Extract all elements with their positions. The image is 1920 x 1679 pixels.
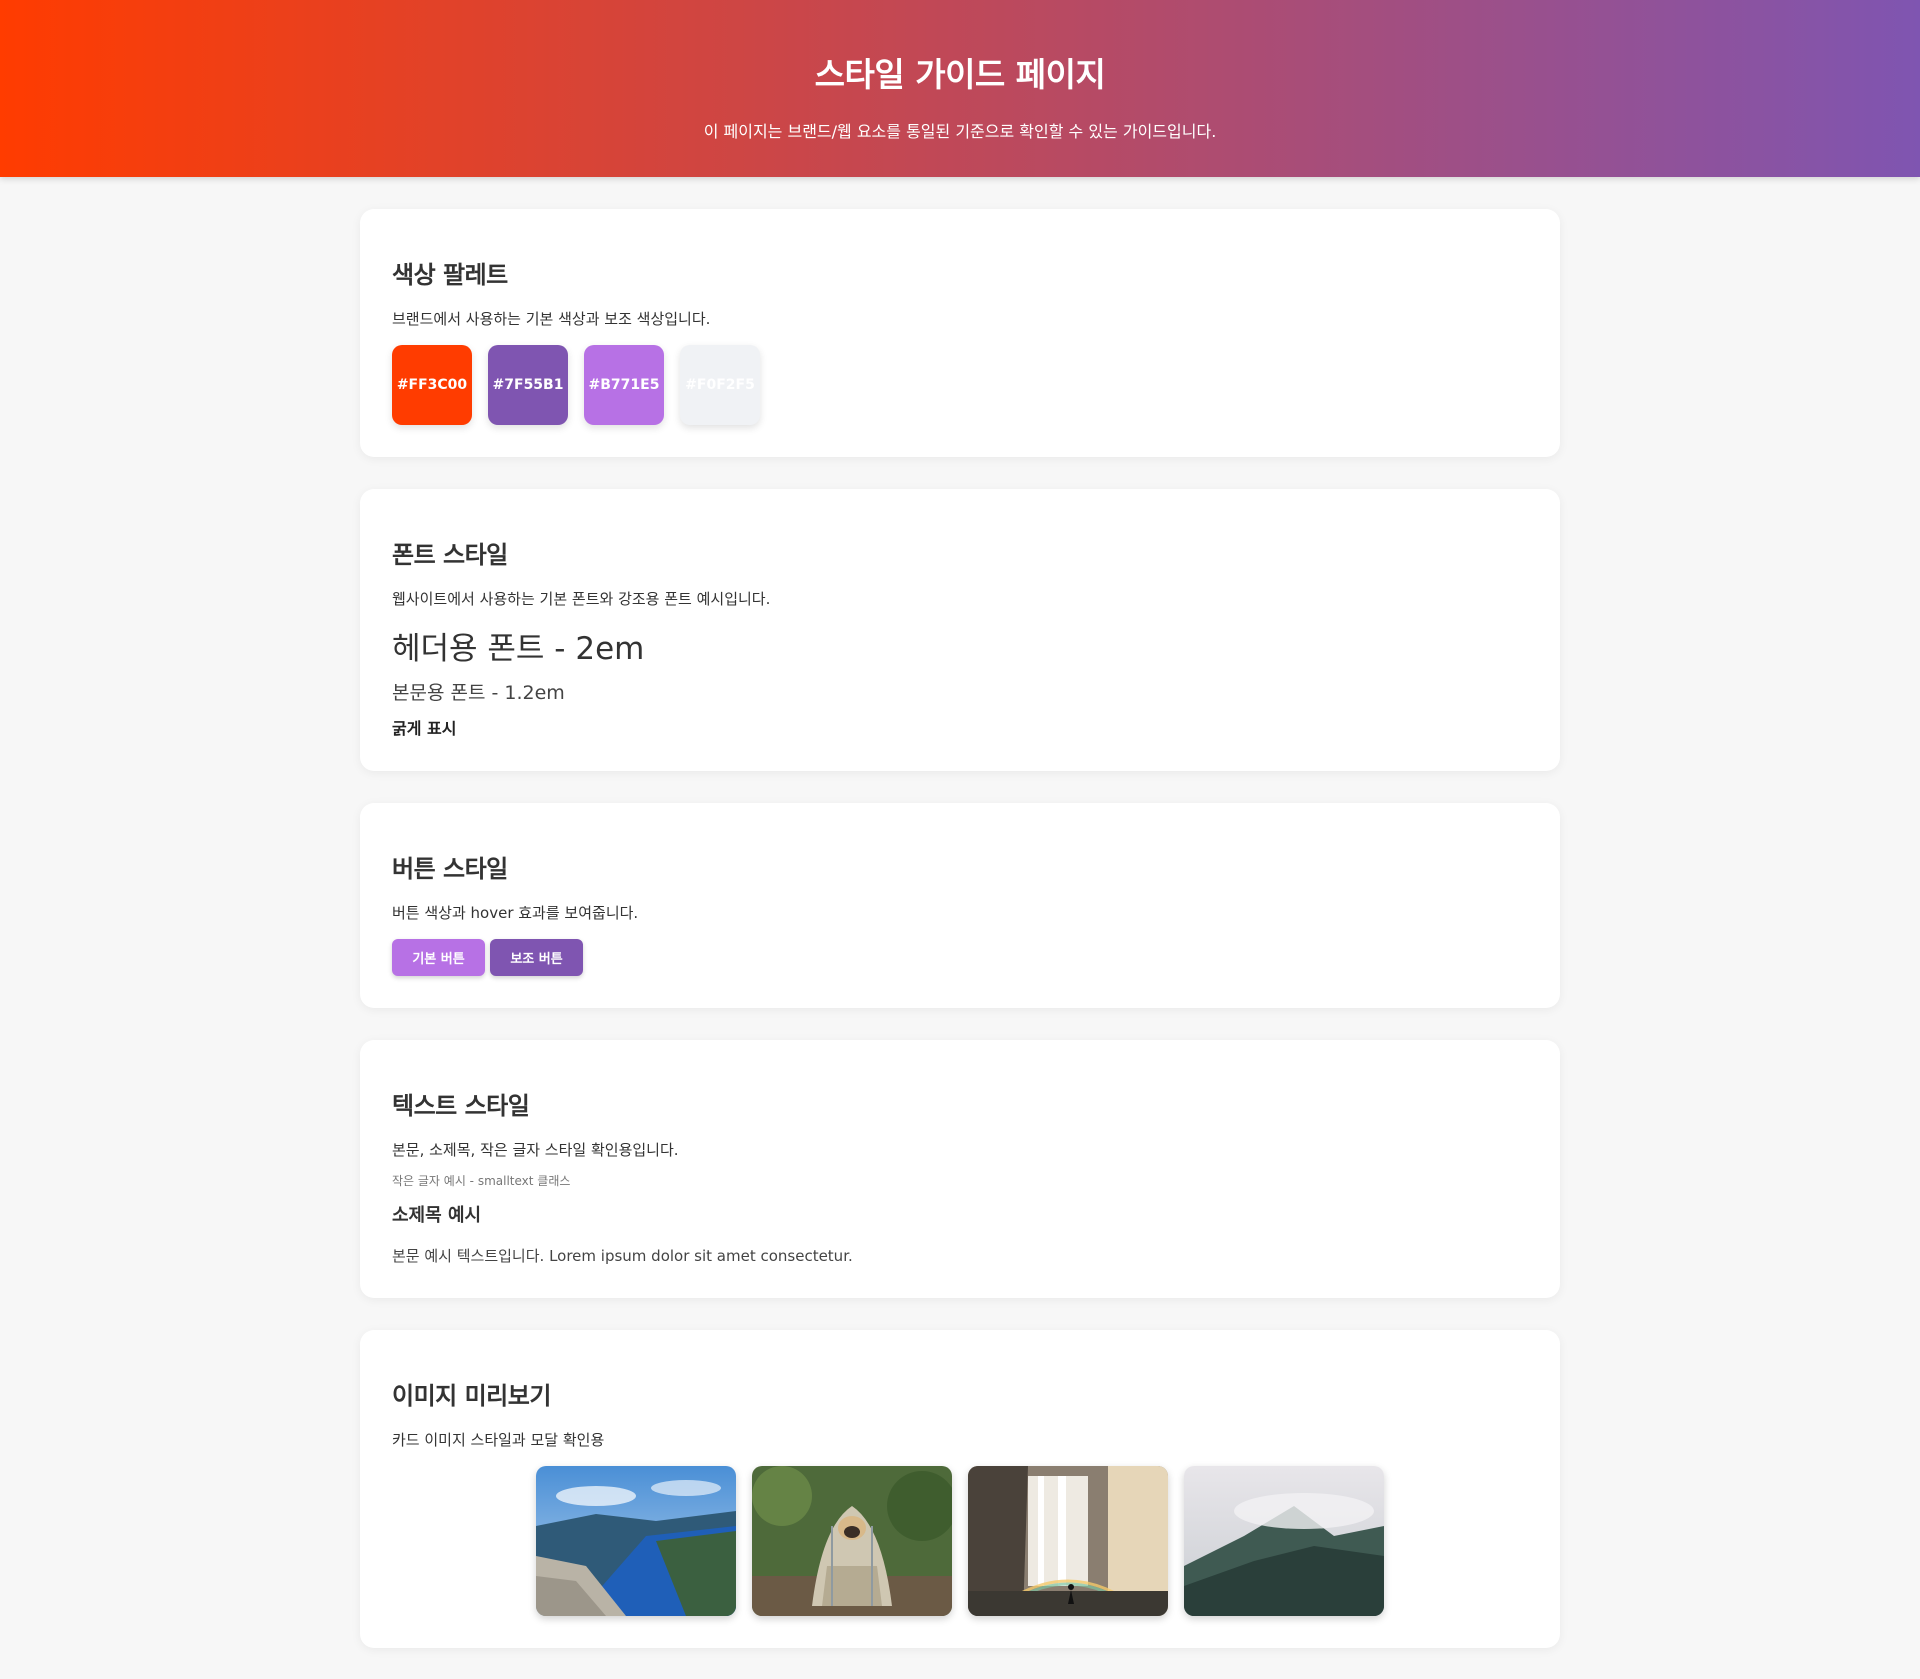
font-title: 폰트 스타일: [392, 541, 508, 569]
primary-button[interactable]: 기본 버튼: [392, 939, 485, 976]
body-text-sample: 본문 예시 텍스트입니다. Lorem ipsum dolor sit amet…: [392, 1247, 853, 1265]
palette-desc: 브랜드에서 사용하는 기본 색상과 보조 색상입니다.: [392, 310, 711, 328]
button-card: 버튼 스타일 버튼 색상과 hover 효과를 보여줍니다. 기본 버튼 보조 …: [360, 803, 1560, 1008]
text-title: 텍스트 스타일: [392, 1092, 530, 1120]
image-title: 이미지 미리보기: [392, 1382, 551, 1410]
misty-mountain-image[interactable]: [1184, 1466, 1384, 1616]
text-desc: 본문, 소제목, 작은 글자 스타일 확인용입니다.: [392, 1141, 679, 1159]
swatch-orange: #FF3C00: [392, 345, 472, 425]
secondary-button[interactable]: 보조 버튼: [490, 939, 583, 976]
pug-in-blanket-image[interactable]: [752, 1466, 952, 1616]
page-title: 스타일 가이드 페이지: [814, 55, 1106, 94]
small-text-sample: 작은 글자 예시 - smalltext 클래스: [392, 1174, 571, 1188]
fjord-landscape-image[interactable]: [536, 1466, 736, 1616]
swatch-row: #FF3C00 #7F55B1 #B771E5 #F0F2F5: [392, 345, 1528, 425]
page-header: 스타일 가이드 페이지 이 페이지는 브랜드/웹 요소를 통일된 기준으로 확인…: [0, 0, 1920, 177]
palette-title: 색상 팔레트: [392, 261, 508, 289]
button-title: 버튼 스타일: [392, 855, 508, 883]
main-content: 색상 팔레트 브랜드에서 사용하는 기본 색상과 보조 색상입니다. #FF3C…: [360, 209, 1560, 1648]
text-card: 텍스트 스타일 본문, 소제목, 작은 글자 스타일 확인용입니다. 작은 글자…: [360, 1040, 1560, 1298]
image-desc: 카드 이미지 스타일과 모달 확인용: [392, 1431, 605, 1449]
body-font-sample: 본문용 폰트 - 1.2em: [392, 682, 565, 704]
font-card: 폰트 스타일 웹사이트에서 사용하는 기본 폰트와 강조용 폰트 예시입니다. …: [360, 489, 1560, 771]
button-row: 기본 버튼 보조 버튼: [392, 939, 1528, 976]
palette-card: 색상 팔레트 브랜드에서 사용하는 기본 색상과 보조 색상입니다. #FF3C…: [360, 209, 1560, 457]
font-desc: 웹사이트에서 사용하는 기본 폰트와 강조용 폰트 예시입니다.: [392, 590, 771, 608]
swatch-light-gray: #F0F2F5: [680, 345, 760, 425]
button-desc: 버튼 색상과 hover 효과를 보여줍니다.: [392, 904, 639, 922]
image-card: 이미지 미리보기 카드 이미지 스타일과 모달 확인용: [360, 1330, 1560, 1648]
swatch-lavender: #B771E5: [584, 345, 664, 425]
swatch-purple: #7F55B1: [488, 345, 568, 425]
page-subtitle: 이 페이지는 브랜드/웹 요소를 통일된 기준으로 확인할 수 있는 가이드입니…: [703, 122, 1217, 141]
header-font-sample: 헤더용 폰트 - 2em: [392, 631, 645, 667]
image-gallery: [392, 1466, 1528, 1616]
waterfall-rainbow-image[interactable]: [968, 1466, 1168, 1616]
bold-font-sample: 굵게 표시: [392, 719, 457, 738]
subheading-sample: 소제목 예시: [392, 1205, 482, 1226]
